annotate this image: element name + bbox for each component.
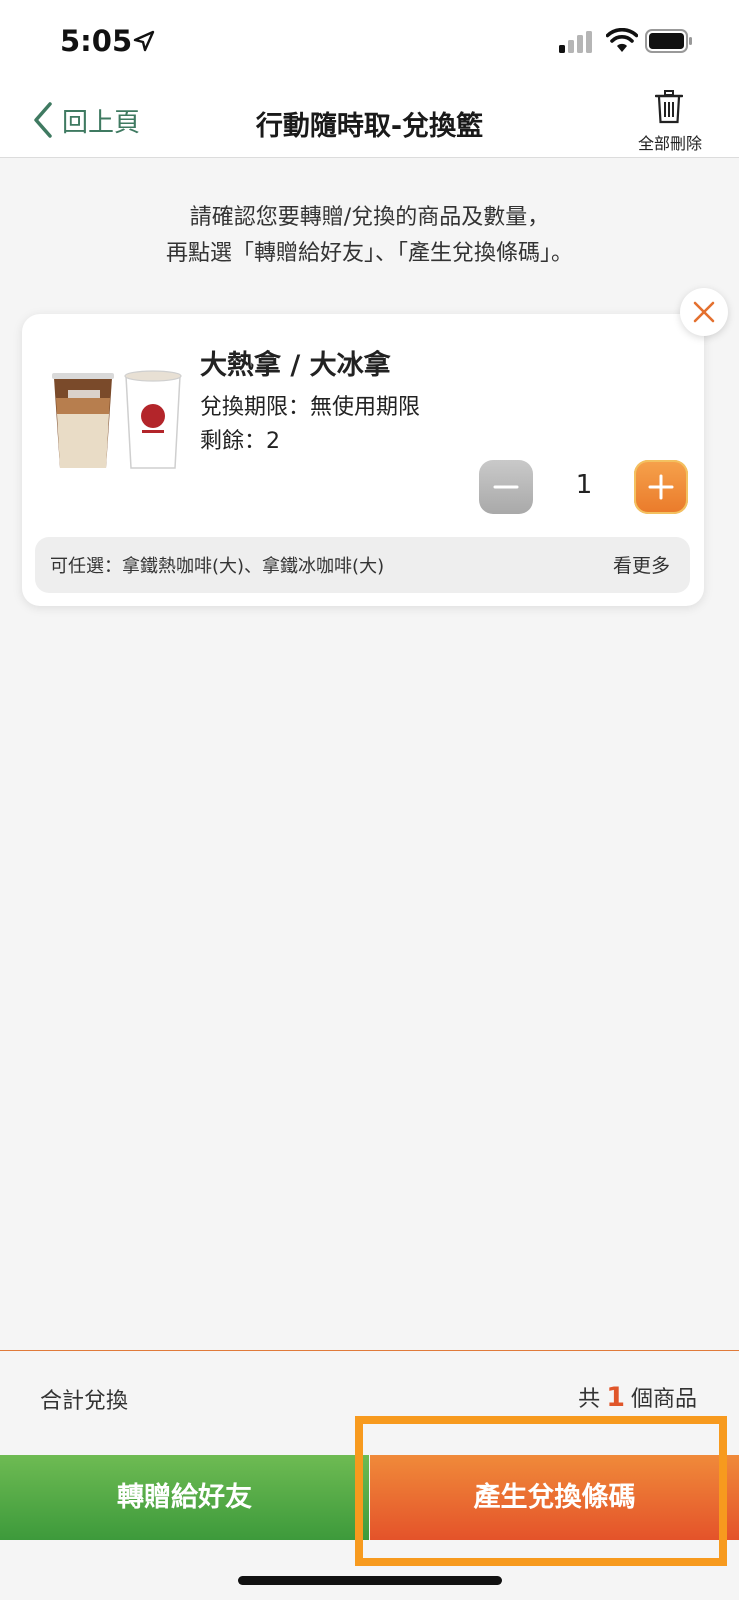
close-icon — [693, 301, 715, 323]
instruction-line-1: 請確認您要轉贈/兌換的商品及數量， — [189, 205, 550, 230]
product-image — [52, 370, 182, 469]
product-name: 大熱拿 / 大冰拿 — [200, 350, 391, 381]
increase-quantity-button[interactable] — [634, 460, 688, 514]
summary-total: 共 1 個商品 — [578, 1381, 697, 1413]
summary-count: 1 — [606, 1382, 625, 1413]
summary-label: 合計兌換 — [40, 1389, 129, 1414]
status-bar: 5:05 — [0, 0, 739, 84]
decrease-quantity-button[interactable] — [479, 460, 533, 514]
plus-icon — [648, 474, 674, 500]
options-bar: 可任選：拿鐵熱咖啡(大)、拿鐵冰咖啡(大) 看更多 — [35, 537, 690, 593]
product-remaining: 剩餘：2 — [200, 429, 280, 454]
generate-barcode-button[interactable]: 產生兌換條碼 — [370, 1455, 739, 1540]
status-time: 5:05 — [60, 24, 133, 58]
trash-icon — [655, 90, 683, 124]
nav-bar: 回上頁 行動隨時取-兌換籃 全部刪除 — [0, 84, 739, 158]
location-arrow-icon — [133, 30, 155, 52]
delete-all-button[interactable]: 全部刪除 — [628, 88, 712, 154]
gift-to-friend-button[interactable]: 轉贈給好友 — [0, 1455, 369, 1540]
minus-icon — [493, 485, 519, 489]
summary-bar: 合計兌換 共 1 個商品 — [0, 1350, 739, 1454]
summary-prefix: 共 — [578, 1387, 601, 1412]
remove-item-button[interactable] — [680, 288, 728, 336]
home-indicator — [238, 1576, 502, 1585]
battery-icon — [645, 29, 692, 53]
signal-icon — [559, 31, 592, 53]
product-expiry: 兌換期限：無使用期限 — [200, 395, 421, 420]
see-more-link[interactable]: 看更多 — [613, 551, 670, 578]
options-text: 可任選：拿鐵熱咖啡(大)、拿鐵冰咖啡(大) — [50, 556, 385, 577]
wifi-icon — [606, 28, 638, 52]
quantity-value: 1 — [575, 470, 593, 500]
summary-suffix: 個商品 — [630, 1387, 697, 1412]
delete-all-label: 全部刪除 — [637, 134, 702, 153]
instruction-line-2: 再點選「轉贈給好友」、「產生兌換條碼」。 — [165, 241, 573, 266]
